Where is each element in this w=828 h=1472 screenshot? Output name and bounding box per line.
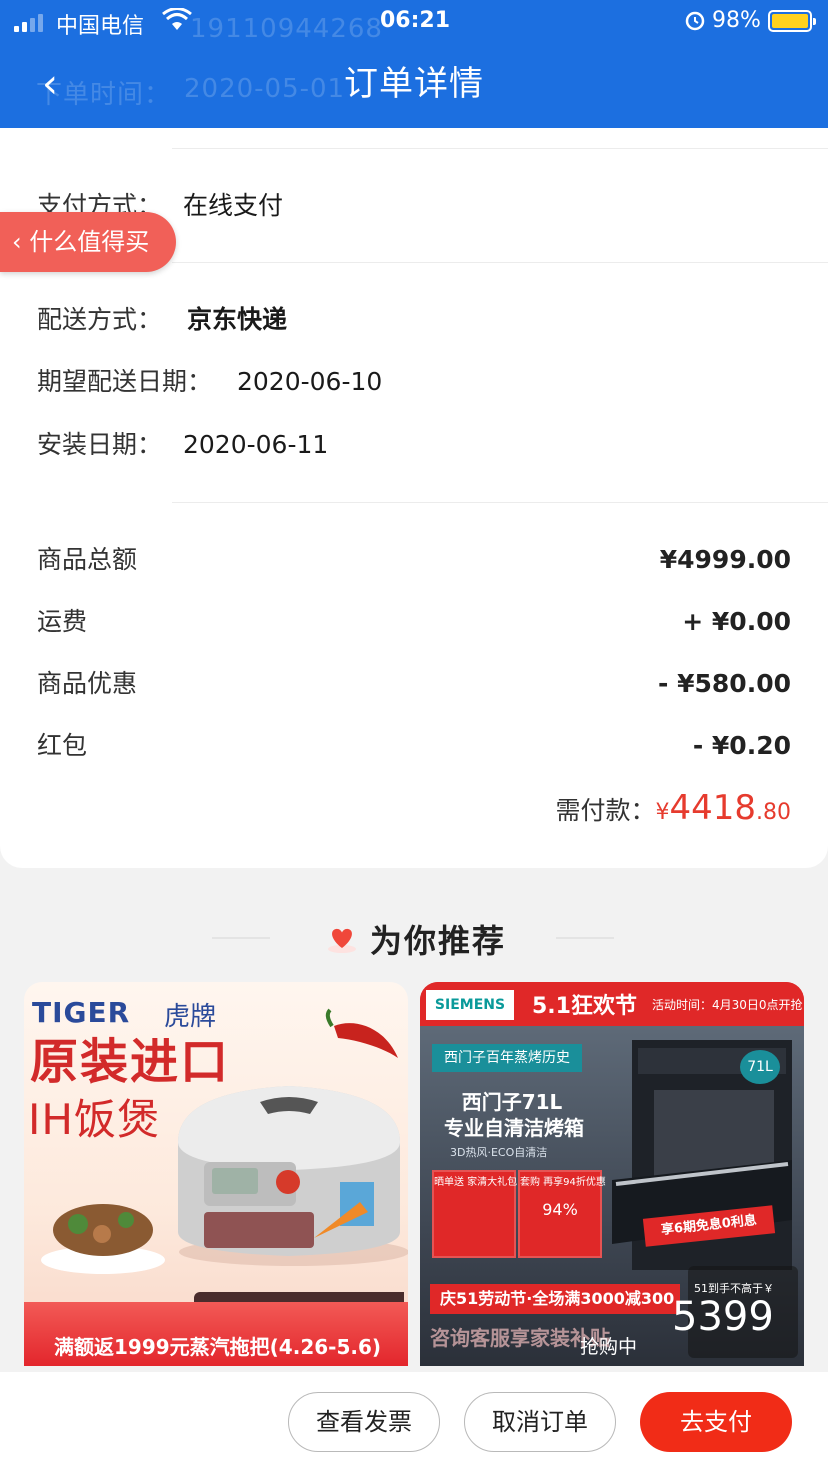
- amount-row-red-packet: 红包 - ¥0.20: [37, 728, 791, 764]
- amount-row-shipping: 运费 + ¥0.00: [37, 604, 791, 640]
- siemens-logo: SIEMENS: [426, 990, 514, 1020]
- tiger-logo: TIGER: [32, 996, 131, 1029]
- chevron-left-icon: ‹: [12, 228, 22, 256]
- history-tag: 西门子百年蒸烤历史: [432, 1044, 582, 1072]
- install-date-label: 安装日期：: [37, 430, 163, 459]
- recommend-header: 为你推荐: [0, 912, 828, 962]
- capacity-badge: 71L: [740, 1050, 780, 1084]
- install-date-value: 2020-06-11: [183, 430, 329, 459]
- amount-row-discount: 商品优惠 - ¥580.00: [37, 666, 791, 702]
- battery-icon: [768, 10, 816, 32]
- product-card-siemens[interactable]: SIEMENS 5.1狂欢节 活动时间：4月30日0点开抢 71L 西门子百年蒸…: [420, 982, 804, 1366]
- carrier-name: 中国电信: [56, 14, 145, 39]
- tiger-brand-cn: 虎牌: [164, 1002, 217, 1032]
- product-promo: 满额返1999元蒸汽拖把(4.26-5.6): [54, 1335, 382, 1359]
- event-time: 活动时间：4月30日0点开抢: [652, 998, 803, 1012]
- recommend-title: 为你推荐: [370, 922, 507, 960]
- cancel-order-button[interactable]: 取消订单: [464, 1392, 616, 1452]
- total-label: 需付款：: [555, 796, 656, 825]
- gift-label: 晒单送 家清大礼包: [434, 1177, 518, 1188]
- amount-value: - ¥580.00: [658, 669, 791, 698]
- product-card-tiger[interactable]: TIGER 虎牌 原装进口 IH饭煲 ¥2500 满额返1999元蒸汽拖把(4.…: [24, 982, 408, 1366]
- divider: [172, 262, 828, 263]
- total-currency: ¥: [655, 800, 670, 825]
- amount-label: 商品总额: [37, 545, 138, 574]
- price-box: 51到手不高于￥ 5399: [672, 1266, 798, 1358]
- divider: [172, 148, 828, 149]
- smzdm-floating-tag[interactable]: ‹ 什么值得买: [0, 212, 176, 272]
- heart-icon: [328, 928, 356, 953]
- product-title-line2: 专业自清洁烤箱: [444, 1116, 584, 1140]
- gift-box-2: 套购 再享94折优惠 94%: [518, 1170, 606, 1258]
- floating-tag-label: 什么值得买: [29, 228, 150, 256]
- product-price: 5399: [672, 1294, 774, 1340]
- delivery-method-value: 京东快递: [187, 305, 288, 334]
- labor-day-band: 庆51劳动节·全场满3000减300: [430, 1284, 680, 1314]
- buying-status: 抢购中: [580, 1336, 638, 1358]
- payment-value: 在线支付: [183, 191, 284, 220]
- status-bar: 中国电信 06:21 98%: [0, 0, 828, 44]
- page-title: 订单详情: [344, 64, 484, 104]
- amount-value: ¥4999.00: [659, 545, 791, 574]
- product-feature: 3D热风·ECO自清洁: [450, 1146, 548, 1159]
- event-title: 5.1狂欢节: [532, 994, 637, 1019]
- install-date-row: 安装日期： 2020-06-11: [37, 427, 328, 463]
- expected-date-value: 2020-06-10: [237, 367, 383, 396]
- gift-label: 套购 再享94折优惠: [520, 1177, 606, 1188]
- bottom-action-bar: 查看发票 取消订单 去支付: [0, 1372, 828, 1472]
- battery-percent: 98%: [712, 8, 761, 33]
- amount-value: - ¥0.20: [692, 731, 791, 760]
- expected-date-label: 期望配送日期：: [37, 367, 213, 396]
- promo-top-bar: SIEMENS 5.1狂欢节 活动时间：4月30日0点开抢: [420, 982, 804, 1026]
- amount-value: + ¥0.00: [682, 607, 791, 636]
- alarm-icon: [684, 9, 706, 37]
- product-subline: IH饭煲: [28, 1095, 160, 1144]
- expected-date-row: 期望配送日期： 2020-06-10: [37, 364, 382, 400]
- divider: [556, 937, 614, 939]
- amount-label: 商品优惠: [37, 669, 138, 698]
- amount-label: 红包: [37, 731, 88, 760]
- pay-button[interactable]: 去支付: [640, 1392, 792, 1452]
- rice-cooker-image: [178, 1086, 408, 1266]
- divider: [212, 937, 270, 939]
- status-time: 06:21: [380, 8, 451, 33]
- view-invoice-button[interactable]: 查看发票: [288, 1392, 440, 1452]
- amount-label: 运费: [37, 607, 88, 636]
- total-integer: 4418: [669, 788, 756, 828]
- wifi-icon: [162, 7, 192, 38]
- delivery-method-label: 配送方式：: [37, 305, 163, 334]
- delivery-method-row: 配送方式： 京东快递: [37, 302, 287, 338]
- app-header: 19110944268 下单时间： 2020-05-01 中国电信 06:21 …: [0, 0, 828, 128]
- total-payable: 需付款：¥4418.80: [555, 786, 791, 835]
- gift-discount: 94%: [542, 1200, 578, 1219]
- divider: [172, 502, 828, 503]
- amount-row-goods: 商品总额 ¥4999.00: [37, 542, 791, 578]
- total-decimal: .80: [756, 800, 791, 825]
- product-title-line1: 西门子71L: [461, 1090, 563, 1114]
- gift-box-1: 晒单送 家清大礼包: [432, 1170, 518, 1258]
- signal-icon: [14, 12, 43, 32]
- rice-bowl-image: [41, 1204, 165, 1274]
